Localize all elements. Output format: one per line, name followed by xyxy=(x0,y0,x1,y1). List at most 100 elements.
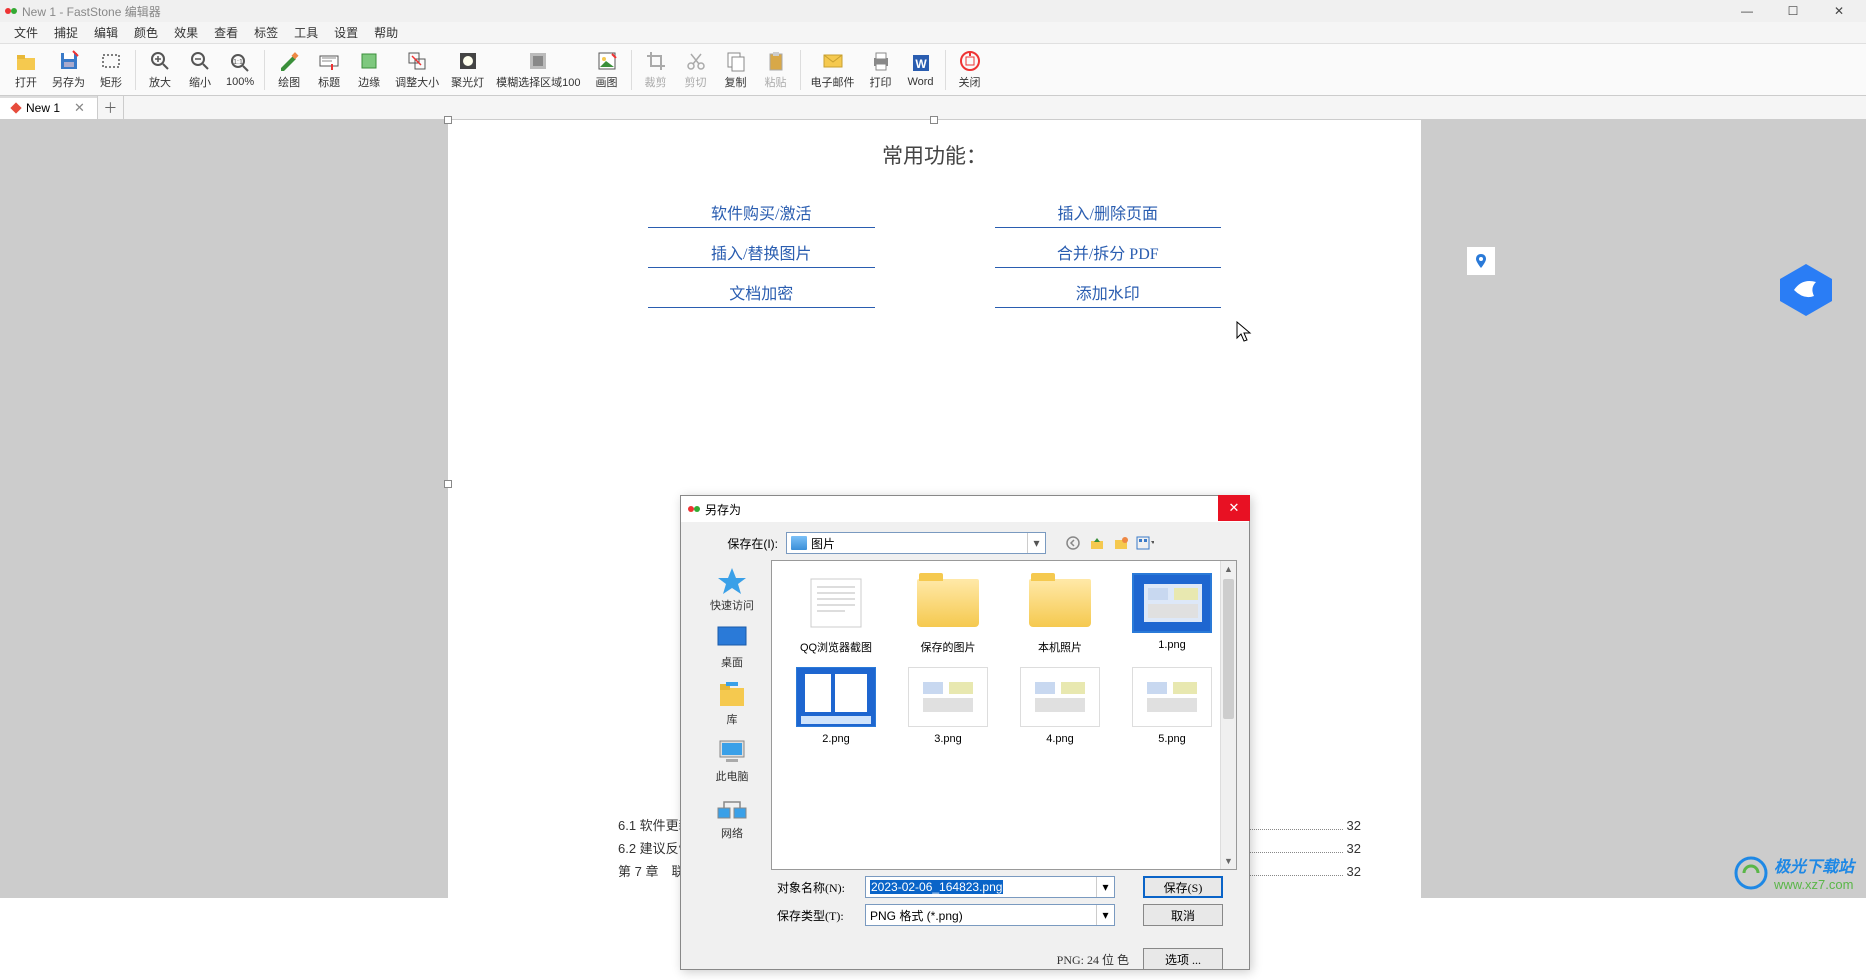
file-name: 保存的图片 xyxy=(921,639,976,655)
copy-icon xyxy=(725,50,747,72)
file-item[interactable]: 3.png xyxy=(896,667,1000,745)
site-url: www.xz7.com xyxy=(1774,877,1854,892)
places-star[interactable]: 快速访问 xyxy=(697,564,767,613)
file-name: 3.png xyxy=(934,733,962,745)
file-item[interactable]: 保存的图片 xyxy=(896,573,1000,655)
toolbar-email-button[interactable]: 电子邮件 xyxy=(805,46,861,94)
toolbar-edge-button[interactable]: 边缘 xyxy=(349,46,389,94)
scroll-up-icon[interactable]: ▲ xyxy=(1221,561,1236,577)
cancel-button[interactable]: 取消 xyxy=(1143,904,1223,926)
file-browser[interactable]: QQ浏览器截图 保存的图片 本机照片1.png 2.png 3.png 4.png 5.pn… xyxy=(771,560,1237,870)
resize-icon xyxy=(406,50,428,72)
doc-link[interactable]: 软件购买/激活 xyxy=(648,200,875,228)
toolbar-caption-button[interactable]: 标题 xyxy=(309,46,349,94)
selection-handle[interactable] xyxy=(930,116,938,124)
menu-工具[interactable]: 工具 xyxy=(286,24,326,41)
doc-link[interactable]: 添加水印 xyxy=(995,280,1222,308)
file-item[interactable]: 2.png xyxy=(784,667,888,745)
file-item[interactable]: 1.png xyxy=(1120,573,1224,655)
toolbar-separator xyxy=(264,50,265,90)
places-libraries[interactable]: 库 xyxy=(697,678,767,727)
paint-icon xyxy=(596,50,618,72)
menu-颜色[interactable]: 颜色 xyxy=(126,24,166,41)
save-button[interactable]: 保存(S) xyxy=(1143,876,1223,898)
window-minimize[interactable]: — xyxy=(1724,0,1770,22)
tab-new1[interactable]: New 1 ✕ xyxy=(0,96,98,119)
menu-设置[interactable]: 设置 xyxy=(326,24,366,41)
options-button[interactable]: 选项 ... xyxy=(1143,948,1223,970)
scroll-thumb[interactable] xyxy=(1223,579,1234,719)
chevron-down-icon: ▾ xyxy=(1027,533,1045,553)
file-item[interactable]: 5.png xyxy=(1120,667,1224,745)
toolbar-separator xyxy=(135,50,136,90)
toolbar-spotlight-button[interactable]: 聚光灯 xyxy=(445,46,490,94)
filetype-combo[interactable]: PNG 格式 (*.png) ▾ xyxy=(865,904,1115,926)
view-menu-icon[interactable] xyxy=(1136,534,1154,552)
doc-link[interactable]: 插入/删除页面 xyxy=(995,200,1222,228)
dialog-close-button[interactable]: ✕ xyxy=(1218,495,1250,521)
toolbar-crop-button: 裁剪 xyxy=(636,46,676,94)
zoomout-icon xyxy=(189,50,211,72)
savein-combo[interactable]: 图片 ▾ xyxy=(786,532,1046,554)
toolbar-word-button[interactable]: WWord xyxy=(901,46,941,94)
toolbar-label: 模糊选择区域100 xyxy=(496,74,580,90)
dialog-title-bar[interactable]: 另存为 xyxy=(681,496,1249,522)
toolbar-label: 打印 xyxy=(870,74,892,90)
toolbar-close-button[interactable]: 关闭 xyxy=(950,46,990,94)
selection-handle[interactable] xyxy=(444,116,452,124)
menu-文件[interactable]: 文件 xyxy=(6,24,46,41)
toolbar-blur-button[interactable]: 模糊选择区域100 xyxy=(490,46,586,94)
tab-close-icon[interactable]: ✕ xyxy=(74,100,85,116)
places-network[interactable]: 网络 xyxy=(697,792,767,841)
toolbar-label: Word xyxy=(907,76,933,88)
places-computer[interactable]: 此电脑 xyxy=(697,735,767,784)
menu-捕捉[interactable]: 捕捉 xyxy=(46,24,86,41)
menu-标签[interactable]: 标签 xyxy=(246,24,286,41)
menu-bar: 文件捕捉编辑颜色效果查看标签工具设置帮助 xyxy=(0,22,1866,44)
window-maximize[interactable]: ☐ xyxy=(1770,0,1816,22)
pin-button[interactable] xyxy=(1466,246,1496,276)
toolbar-rect-button[interactable]: 矩形 xyxy=(91,46,131,94)
file-name: QQ浏览器截图 xyxy=(800,639,872,655)
new-folder-icon[interactable] xyxy=(1112,534,1130,552)
toolbar-label: 裁剪 xyxy=(645,74,667,90)
places-desktop[interactable]: 桌面 xyxy=(697,621,767,670)
filename-input[interactable]: 2023-02-06_164823.png ▾ xyxy=(865,876,1115,898)
doc-link[interactable]: 文档加密 xyxy=(648,280,875,308)
toolbar-copy-button[interactable]: 复制 xyxy=(716,46,756,94)
toolbar-print-button[interactable]: 打印 xyxy=(861,46,901,94)
back-icon[interactable] xyxy=(1064,534,1082,552)
toolbar-saveas-button[interactable]: 另存为 xyxy=(46,46,91,94)
menu-查看[interactable]: 查看 xyxy=(206,24,246,41)
new-tab-button[interactable]: ＋ xyxy=(98,96,124,119)
dialog-title: 另存为 xyxy=(705,501,741,518)
toolbar-zoomin-button[interactable]: 放大 xyxy=(140,46,180,94)
file-item[interactable]: 4.png xyxy=(1008,667,1112,745)
menu-帮助[interactable]: 帮助 xyxy=(366,24,406,41)
toolbar-open-button[interactable]: 打开 xyxy=(6,46,46,94)
savein-label: 保存在(I): xyxy=(693,535,778,552)
toolbar-label: 标题 xyxy=(318,74,340,90)
file-name: 5.png xyxy=(1158,733,1186,745)
up-folder-icon[interactable] xyxy=(1088,534,1106,552)
toolbar-draw-button[interactable]: 绘图 xyxy=(269,46,309,94)
toolbar-label: 剪切 xyxy=(685,74,707,90)
doc-link[interactable]: 合并/拆分 PDF xyxy=(995,240,1222,268)
folder-icon xyxy=(908,573,988,633)
window-close[interactable]: ✕ xyxy=(1816,0,1862,22)
file-item[interactable]: 本机照片 xyxy=(1008,573,1112,655)
selection-handle[interactable] xyxy=(444,480,452,488)
scrollbar[interactable]: ▲ ▼ xyxy=(1220,561,1236,869)
menu-效果[interactable]: 效果 xyxy=(166,24,206,41)
toolbar-zoomout-button[interactable]: 缩小 xyxy=(180,46,220,94)
site-watermark: 极光下载站 www.xz7.com xyxy=(1734,853,1854,892)
doc-link[interactable]: 插入/替换图片 xyxy=(648,240,875,268)
scroll-down-icon[interactable]: ▼ xyxy=(1221,853,1236,869)
dirty-indicator-icon xyxy=(10,102,21,113)
menu-编辑[interactable]: 编辑 xyxy=(86,24,126,41)
file-item[interactable]: QQ浏览器截图 xyxy=(784,573,888,655)
toolbar-zoom100-button[interactable]: 1:1100% xyxy=(220,46,260,94)
doc-heading: 常用功能： xyxy=(508,140,1361,170)
toolbar-resize-button[interactable]: 调整大小 xyxy=(389,46,445,94)
toolbar-paint-button[interactable]: 画图 xyxy=(587,46,627,94)
